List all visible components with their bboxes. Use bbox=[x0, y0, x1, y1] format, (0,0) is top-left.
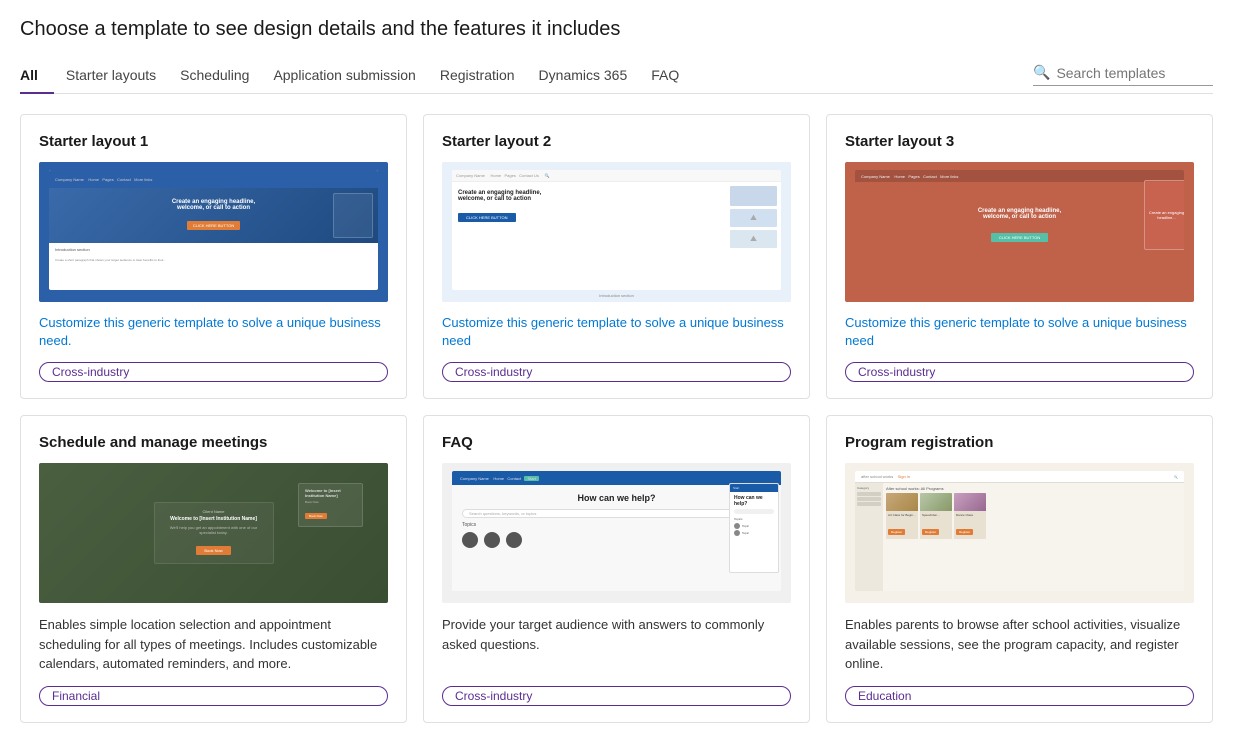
card-starter-layout-1: Starter layout 1 Company Name Home Pages… bbox=[20, 114, 407, 399]
card-schedule-meetings: Schedule and manage meetings Client Name… bbox=[20, 415, 407, 723]
card-preview: Client Name Welcome to [Insert Instituti… bbox=[39, 463, 388, 603]
tab-starter-layouts[interactable]: Starter layouts bbox=[66, 59, 172, 93]
search-icon: 🔍 bbox=[1033, 64, 1050, 81]
tab-registration[interactable]: Registration bbox=[440, 59, 531, 93]
nav-bar: All Starter layouts Scheduling Applicati… bbox=[20, 59, 1213, 94]
card-title: FAQ bbox=[442, 434, 791, 451]
card-description: Enables simple location selection and ap… bbox=[39, 615, 388, 674]
card-preview: Company Name Home Pages Contact Us 🔍 Cre… bbox=[442, 162, 791, 302]
tab-application-submission[interactable]: Application submission bbox=[273, 59, 431, 93]
nav-tabs: All Starter layouts Scheduling Applicati… bbox=[20, 59, 1033, 93]
tab-all[interactable]: All bbox=[20, 59, 54, 93]
search-input[interactable] bbox=[1056, 65, 1196, 81]
card-tag[interactable]: Cross-industry bbox=[442, 686, 791, 706]
card-tag[interactable]: Cross-industry bbox=[39, 362, 388, 382]
card-tag[interactable]: Cross-industry bbox=[845, 362, 1194, 382]
card-tag[interactable]: Financial bbox=[39, 686, 388, 706]
card-starter-layout-3: Starter layout 3 Company Name Home Pages… bbox=[826, 114, 1213, 399]
card-title: Program registration bbox=[845, 434, 1194, 451]
card-starter-layout-2: Starter layout 2 Company Name Home Pages… bbox=[423, 114, 810, 399]
card-title: Starter layout 2 bbox=[442, 133, 791, 150]
search-box: 🔍 bbox=[1033, 64, 1213, 86]
card-tag[interactable]: Cross-industry bbox=[442, 362, 791, 382]
card-description: Enables parents to browse after school a… bbox=[845, 615, 1194, 674]
card-title: Starter layout 1 bbox=[39, 133, 388, 150]
card-tag[interactable]: Education bbox=[845, 686, 1194, 706]
card-preview: Company Name Home Pages Contact More lin… bbox=[845, 162, 1194, 302]
card-program-registration: Program registration after school works … bbox=[826, 415, 1213, 723]
card-description[interactable]: Customize this generic template to solve… bbox=[442, 314, 791, 350]
tab-dynamics-365[interactable]: Dynamics 365 bbox=[539, 59, 644, 93]
card-description[interactable]: Customize this generic template to solve… bbox=[39, 314, 388, 350]
card-preview: Company Name Home Contact Start How can … bbox=[442, 463, 791, 603]
tab-scheduling[interactable]: Scheduling bbox=[180, 59, 265, 93]
tab-faq[interactable]: FAQ bbox=[651, 59, 695, 93]
cards-grid: Starter layout 1 Company Name Home Pages… bbox=[20, 114, 1213, 723]
card-description: Provide your target audience with answer… bbox=[442, 615, 791, 654]
card-preview: Company Name Home Pages Contact More lin… bbox=[39, 162, 388, 302]
card-description[interactable]: Customize this generic template to solve… bbox=[845, 314, 1194, 350]
card-faq: FAQ Company Name Home Contact Start How … bbox=[423, 415, 810, 723]
page-title: Choose a template to see design details … bbox=[20, 18, 1213, 41]
card-preview: after school works Sign in 🔍 Category bbox=[845, 463, 1194, 603]
card-title: Starter layout 3 bbox=[845, 133, 1194, 150]
card-title: Schedule and manage meetings bbox=[39, 434, 388, 451]
